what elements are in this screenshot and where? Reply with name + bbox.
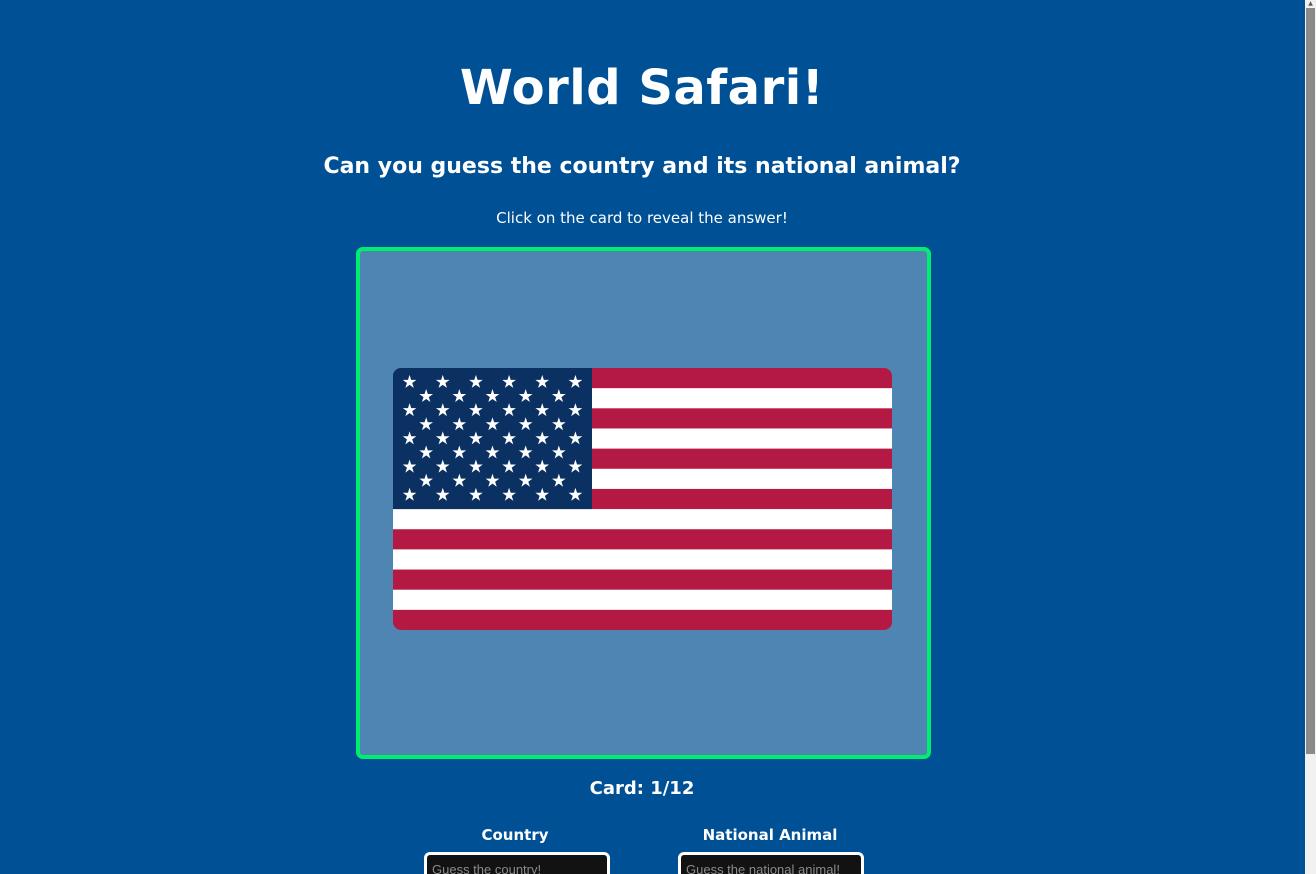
scrollbar[interactable]: ▲: [1305, 0, 1316, 874]
animal-label: National Animal: [702, 826, 838, 844]
app-page: World Safari! Can you guess the country …: [0, 0, 1305, 874]
flag-stripe: [393, 569, 892, 591]
flag-stripe: [393, 509, 892, 530]
animal-input[interactable]: [678, 852, 864, 874]
flag-stripe: [393, 549, 892, 571]
card-counter: Card: 1/12: [589, 778, 695, 799]
flashcard[interactable]: [356, 247, 931, 759]
country-label: Country: [481, 826, 549, 844]
country-input[interactable]: [424, 852, 610, 874]
flag-united-states-icon: [393, 368, 892, 630]
scroll-up-arrow-icon[interactable]: ▲: [1306, 0, 1315, 8]
flag-stripe: [393, 589, 892, 611]
page-title: World Safari!: [459, 60, 825, 116]
page-subtitle: Can you guess the country and its nation…: [323, 154, 961, 179]
flag-stripe: [393, 609, 892, 630]
scrollbar-thumb[interactable]: [1306, 8, 1315, 754]
flag-stripe: [393, 529, 892, 550]
instructions-text: Click on the card to reveal the answer!: [496, 209, 788, 227]
